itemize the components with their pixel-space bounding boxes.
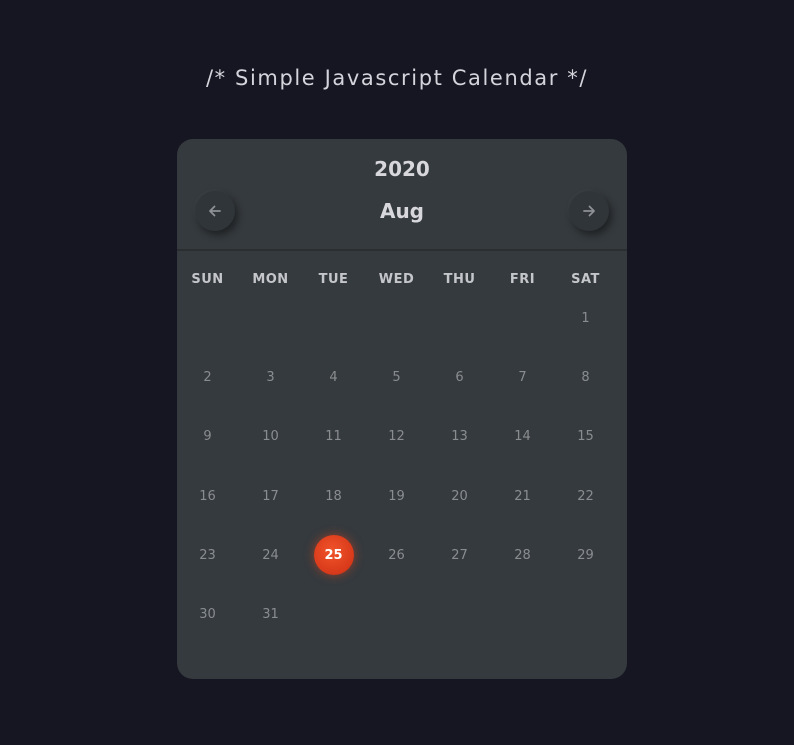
day-number: 5 bbox=[392, 370, 401, 386]
day-cell[interactable]: 29 bbox=[554, 526, 617, 585]
day-number: 9 bbox=[203, 429, 212, 445]
day-cell[interactable]: 28 bbox=[491, 526, 554, 585]
day-cell[interactable]: 2 bbox=[176, 348, 239, 407]
day-cell[interactable]: 20 bbox=[428, 467, 491, 526]
day-number: 10 bbox=[262, 429, 279, 445]
day-cell[interactable]: 13 bbox=[428, 407, 491, 466]
day-number: 29 bbox=[577, 547, 594, 563]
day-number: 24 bbox=[262, 547, 279, 563]
weekday-sat: SAT bbox=[571, 272, 600, 287]
day-number: 8 bbox=[581, 370, 590, 386]
day-number: 30 bbox=[199, 607, 216, 622]
day-number: 23 bbox=[199, 547, 216, 563]
day-number: 22 bbox=[577, 488, 594, 504]
day-cell[interactable]: 19 bbox=[365, 467, 428, 526]
day-cell[interactable]: 3 bbox=[239, 348, 302, 407]
day-number: 20 bbox=[451, 488, 468, 504]
day-cell[interactable]: 14 bbox=[491, 407, 554, 466]
day-cell[interactable]: 16 bbox=[176, 467, 239, 526]
calendar: 2020 Aug SUN MON TUE WED THU FRI SAT 123456789… bbox=[177, 139, 627, 679]
day-cell[interactable]: 21 bbox=[491, 467, 554, 526]
day-cell[interactable]: 30 bbox=[176, 585, 239, 644]
day-number: 1 bbox=[581, 311, 590, 326]
day-number: 11 bbox=[325, 429, 342, 445]
day-number: 26 bbox=[388, 547, 405, 563]
day-number: 27 bbox=[451, 547, 468, 563]
day-cell[interactable]: 7 bbox=[491, 348, 554, 407]
next-month-button[interactable] bbox=[569, 191, 609, 231]
prev-month-button[interactable] bbox=[195, 191, 235, 231]
day-cell[interactable]: 9 bbox=[176, 407, 239, 466]
calendar-header: 2020 Aug bbox=[177, 139, 627, 251]
day-cell[interactable]: 8 bbox=[554, 348, 617, 407]
day-number: 25 bbox=[313, 535, 354, 576]
page-title: /* Simple Javascript Calendar */ bbox=[205, 66, 589, 90]
day-number: 18 bbox=[325, 488, 342, 504]
day-number: 31 bbox=[262, 607, 279, 622]
day-cell[interactable]: 31 bbox=[239, 585, 302, 644]
day-number: 15 bbox=[577, 429, 594, 445]
weekday-fri: FRI bbox=[509, 272, 536, 287]
day-cell[interactable]: 26 bbox=[365, 526, 428, 585]
day-cell[interactable]: 6 bbox=[428, 348, 491, 407]
day-cell[interactable]: 18 bbox=[302, 467, 365, 526]
day-number: 21 bbox=[514, 488, 531, 504]
arrow-left-icon bbox=[209, 205, 221, 217]
weekday-mon: MON bbox=[252, 272, 289, 287]
day-number: 3 bbox=[266, 370, 275, 386]
day-cell[interactable]: 10 bbox=[239, 407, 302, 466]
day-cell[interactable]: 12 bbox=[365, 407, 428, 466]
weekday-tue: TUE bbox=[318, 272, 349, 287]
day-cell[interactable]: 4 bbox=[302, 348, 365, 407]
day-number: 7 bbox=[518, 370, 527, 386]
day-number: 12 bbox=[388, 429, 405, 445]
arrow-right-icon bbox=[583, 205, 595, 217]
month-label: Aug bbox=[379, 199, 425, 223]
weekday-wed: WED bbox=[378, 272, 415, 287]
day-cell[interactable]: 22 bbox=[554, 467, 617, 526]
day-cell[interactable]: 17 bbox=[239, 467, 302, 526]
day-cell[interactable]: 24 bbox=[239, 526, 302, 585]
weekday-thu: THU bbox=[443, 272, 476, 287]
day-number: 4 bbox=[329, 370, 338, 386]
day-cell[interactable]: 5 bbox=[365, 348, 428, 407]
day-cell[interactable]: 23 bbox=[176, 526, 239, 585]
day-cell-today[interactable]: 25 bbox=[302, 526, 365, 585]
day-number: 6 bbox=[455, 370, 464, 386]
day-number: 17 bbox=[262, 488, 279, 504]
day-cell[interactable]: 27 bbox=[428, 526, 491, 585]
day-number: 14 bbox=[514, 429, 531, 445]
day-cell[interactable]: 11 bbox=[302, 407, 365, 466]
day-number: 28 bbox=[514, 547, 531, 563]
day-cell[interactable]: 1 bbox=[554, 289, 617, 348]
day-number: 19 bbox=[388, 488, 405, 504]
day-number: 2 bbox=[203, 370, 212, 386]
day-number: 13 bbox=[451, 429, 468, 445]
day-cell[interactable]: 15 bbox=[554, 407, 617, 466]
day-number: 16 bbox=[199, 488, 216, 504]
year-label: 2020 bbox=[374, 157, 430, 181]
weekday-sun: SUN bbox=[191, 272, 224, 287]
